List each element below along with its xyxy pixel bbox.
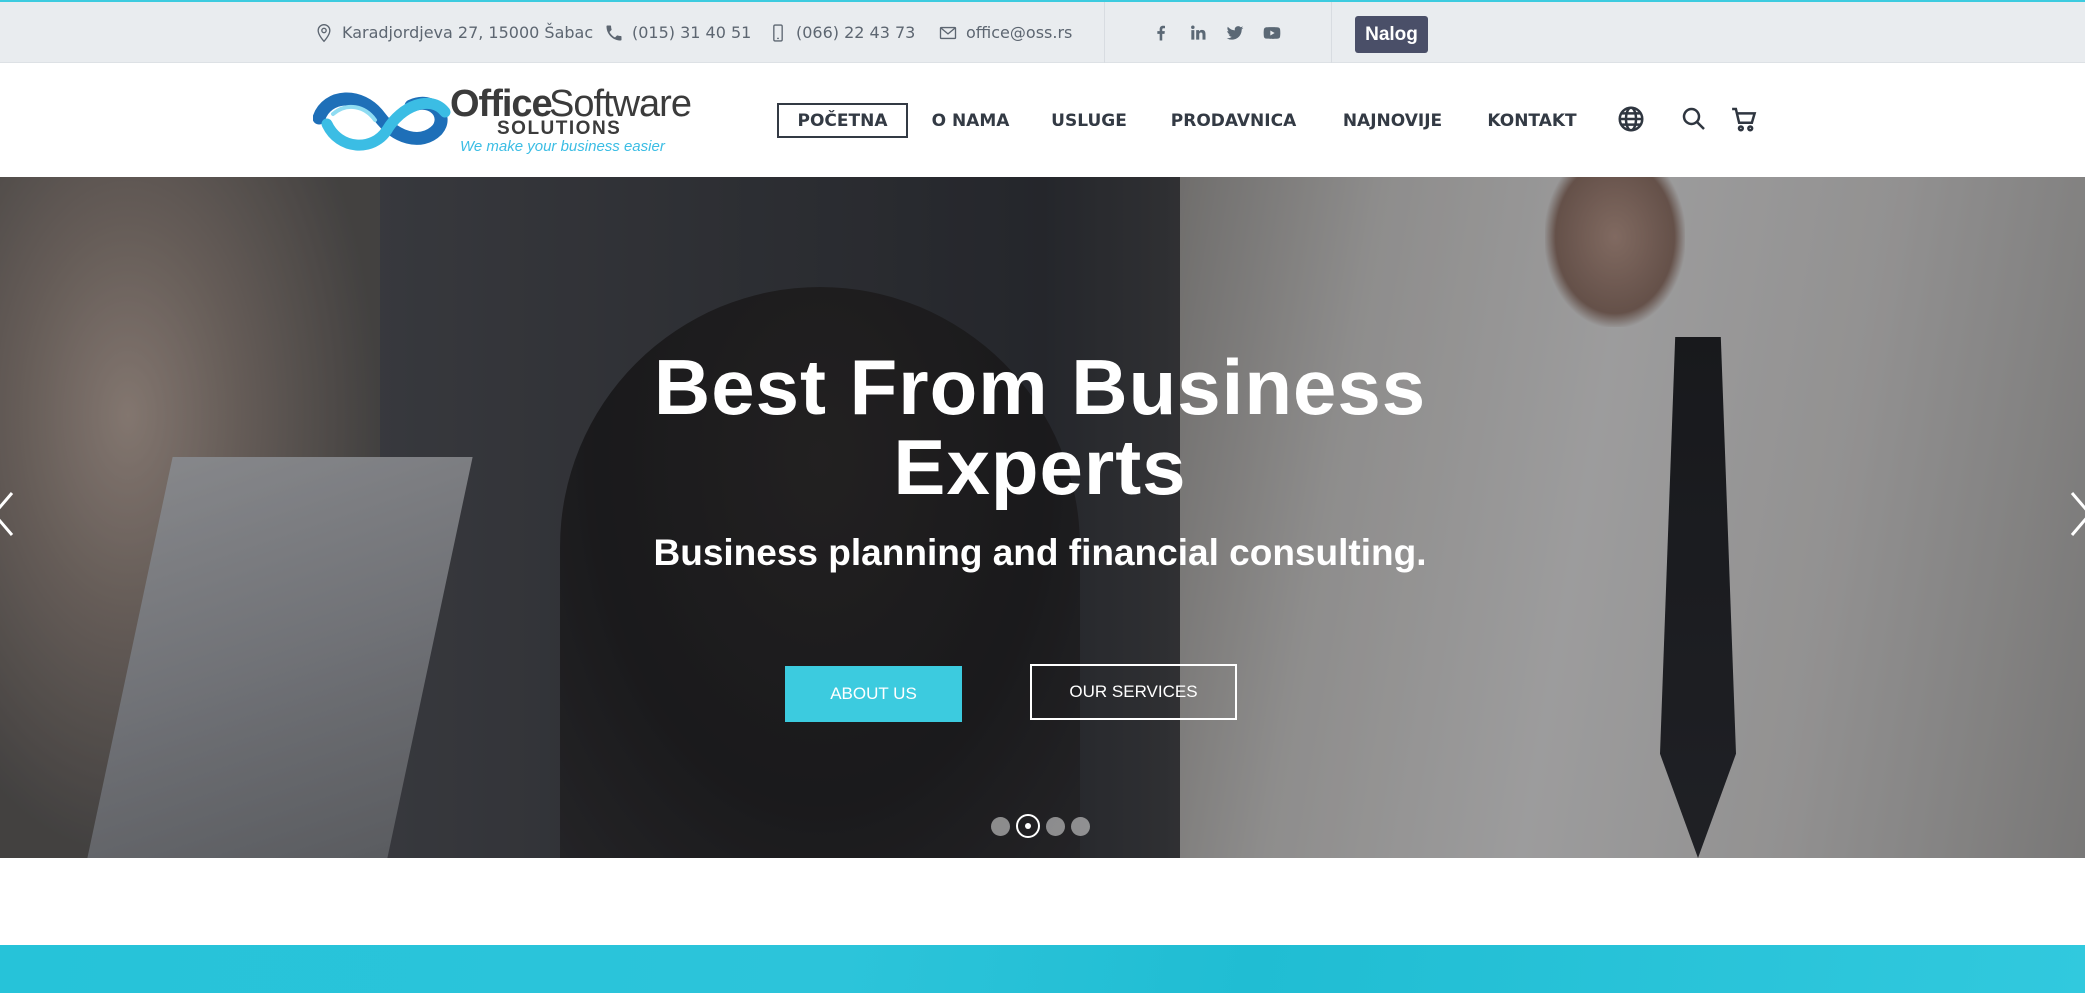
cart-icon[interactable] (1729, 104, 1759, 134)
nav-item-o-nama[interactable]: O NAMA (925, 103, 1016, 138)
youtube-icon[interactable] (1253, 23, 1290, 43)
mobile-text: (066) 22 43 73 (796, 23, 916, 42)
linkedin-icon[interactable] (1179, 23, 1216, 43)
slide-dot-3[interactable] (1046, 816, 1065, 836)
divider (1331, 2, 1332, 63)
top-bar: Karadjordjeva 27, 15000 Šabac (015) 31 4… (0, 0, 2085, 63)
hero-subtitle: Business planning and financial consulti… (653, 532, 1427, 573)
hero-overlay (0, 177, 2085, 858)
hero-title: Best From Business Experts (540, 347, 1540, 507)
mobile-phone-icon (773, 23, 783, 42)
hero-slider: Best From Business Experts Business plan… (0, 177, 2085, 858)
mobile-info[interactable]: (066) 22 43 73 (768, 2, 915, 63)
address-text: Karadjordjeva 27, 15000 Šabac (342, 23, 594, 42)
globe-icon[interactable] (1616, 104, 1646, 134)
phone-text: (015) 31 40 51 (632, 23, 752, 42)
email-text: office@oss.rs (966, 23, 1073, 42)
social-links (1142, 2, 1290, 63)
about-us-button[interactable]: ABOUT US (785, 666, 962, 722)
slide-dot-4[interactable] (1071, 816, 1090, 836)
phone-info[interactable]: (015) 31 40 51 (604, 2, 751, 63)
slider-pagination (991, 814, 1096, 838)
twitter-icon[interactable] (1216, 23, 1253, 43)
phone-icon (606, 25, 622, 40)
slide-dot-2[interactable] (1016, 814, 1040, 838)
search-icon[interactable] (1679, 104, 1709, 134)
prev-slide-arrow-icon[interactable] (0, 489, 18, 539)
email-info[interactable]: office@oss.rs (938, 2, 1072, 63)
main-header: Office Software SOLUTIONS We make your b… (0, 63, 2085, 177)
next-slide-arrow-icon[interactable] (2066, 489, 2085, 539)
our-services-button[interactable]: OUR SERVICES (1030, 664, 1237, 720)
hero-title-line2: Experts (893, 423, 1187, 511)
divider (1104, 2, 1105, 63)
nav-item-najnovije[interactable]: NAJNOVIJE (1336, 103, 1449, 138)
account-button[interactable]: Nalog (1355, 16, 1428, 53)
logo-swoosh-icon (313, 92, 451, 151)
envelope-icon (939, 26, 957, 39)
company-logo[interactable]: Office Software SOLUTIONS We make your b… (313, 83, 693, 160)
address-info: Karadjordjeva 27, 15000 Šabac (314, 2, 593, 63)
nav-item-prodavnica[interactable]: PRODAVNICA (1166, 103, 1301, 138)
location-pin-icon (317, 23, 331, 42)
logo-tagline: We make your business easier (460, 138, 665, 155)
next-section-banner (0, 945, 2085, 993)
nav-item-kontakt[interactable]: KONTAKT (1483, 103, 1581, 138)
logo-brand-sub: SOLUTIONS (497, 118, 622, 139)
nav-item-pocetna[interactable]: POČETNA (777, 103, 908, 138)
hero-title-line1: Best From Business (653, 343, 1427, 431)
facebook-icon[interactable] (1142, 23, 1179, 43)
slide-dot-1[interactable] (991, 816, 1010, 836)
nav-item-usluge[interactable]: USLUGE (1047, 103, 1131, 138)
